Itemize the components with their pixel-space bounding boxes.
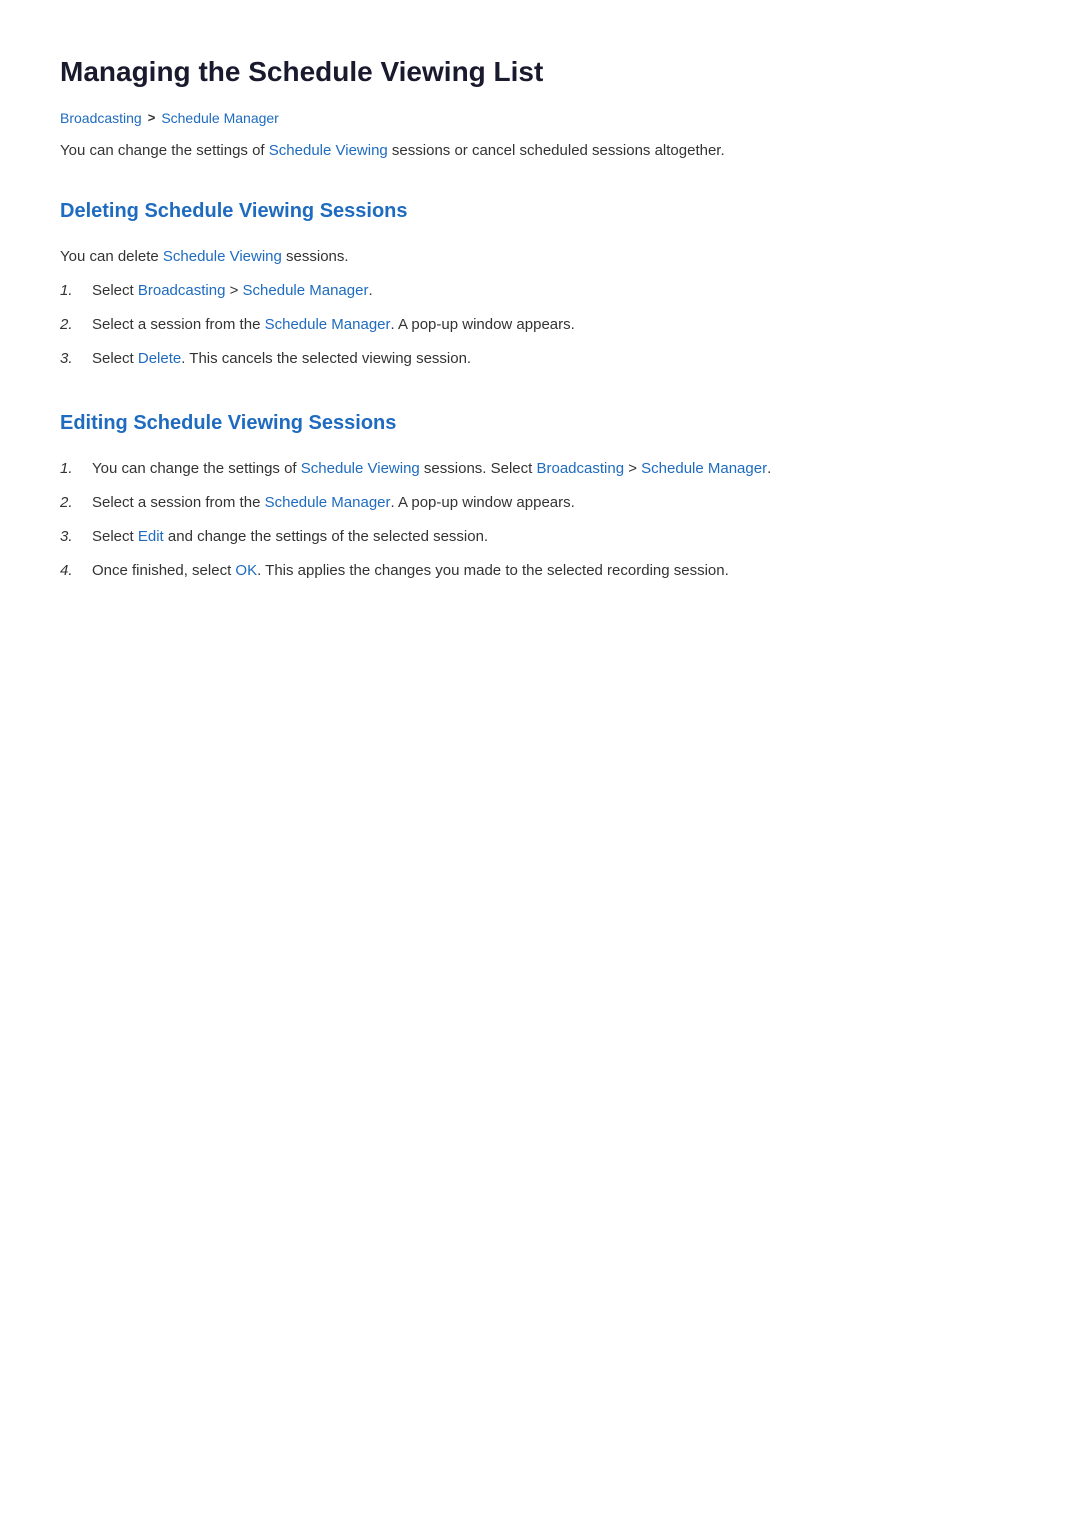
section-editing-title: Editing Schedule Viewing Sessions bbox=[60, 407, 1020, 443]
step-number: 1. bbox=[60, 279, 80, 303]
list-item: 4. Once finished, select OK. This applie… bbox=[60, 559, 1020, 583]
step-content: Select Edit and change the settings of t… bbox=[92, 525, 1020, 549]
section-deleting-intro: You can delete Schedule Viewing sessions… bbox=[60, 245, 1020, 269]
step-number: 2. bbox=[60, 313, 80, 337]
step-content: Select a session from the Schedule Manag… bbox=[92, 491, 1020, 515]
breadcrumb: Broadcasting > Schedule Manager bbox=[60, 107, 1020, 129]
intro-prefix: You can change the settings of bbox=[60, 142, 269, 159]
deleting-intro-prefix: You can delete bbox=[60, 248, 163, 265]
deleting-intro-highlight: Schedule Viewing bbox=[163, 248, 282, 265]
breadcrumb-separator: > bbox=[148, 108, 156, 129]
step-content: Once finished, select OK. This applies t… bbox=[92, 559, 1020, 583]
intro-text: You can change the settings of Schedule … bbox=[60, 139, 1020, 163]
step-content: Select a session from the Schedule Manag… bbox=[92, 313, 1020, 337]
step-number: 1. bbox=[60, 457, 80, 481]
step-content: You can change the settings of Schedule … bbox=[92, 457, 1020, 481]
breadcrumb-schedule-manager[interactable]: Schedule Manager bbox=[161, 107, 279, 129]
section-deleting: Deleting Schedule Viewing Sessions You c… bbox=[60, 195, 1020, 371]
step-content: Select Broadcasting > Schedule Manager. bbox=[92, 279, 1020, 303]
list-item: 3. Select Delete. This cancels the selec… bbox=[60, 347, 1020, 371]
list-item: 2. Select a session from the Schedule Ma… bbox=[60, 313, 1020, 337]
step-content: Select Delete. This cancels the selected… bbox=[92, 347, 1020, 371]
step-number: 4. bbox=[60, 559, 80, 583]
deleting-steps-list: 1. Select Broadcasting > Schedule Manage… bbox=[60, 279, 1020, 371]
editing-steps-list: 1. You can change the settings of Schedu… bbox=[60, 457, 1020, 583]
list-item: 2. Select a session from the Schedule Ma… bbox=[60, 491, 1020, 515]
intro-suffix: sessions or cancel scheduled sessions al… bbox=[388, 142, 725, 159]
step-number: 2. bbox=[60, 491, 80, 515]
list-item: 1. You can change the settings of Schedu… bbox=[60, 457, 1020, 481]
section-deleting-title: Deleting Schedule Viewing Sessions bbox=[60, 195, 1020, 231]
step-number: 3. bbox=[60, 347, 80, 371]
list-item: 1. Select Broadcasting > Schedule Manage… bbox=[60, 279, 1020, 303]
breadcrumb-broadcasting[interactable]: Broadcasting bbox=[60, 107, 142, 129]
intro-highlight: Schedule Viewing bbox=[269, 142, 388, 159]
deleting-intro-suffix: sessions. bbox=[282, 248, 349, 265]
page-title: Managing the Schedule Viewing List bbox=[60, 50, 1020, 95]
step-number: 3. bbox=[60, 525, 80, 549]
list-item: 3. Select Edit and change the settings o… bbox=[60, 525, 1020, 549]
section-editing: Editing Schedule Viewing Sessions 1. You… bbox=[60, 407, 1020, 583]
